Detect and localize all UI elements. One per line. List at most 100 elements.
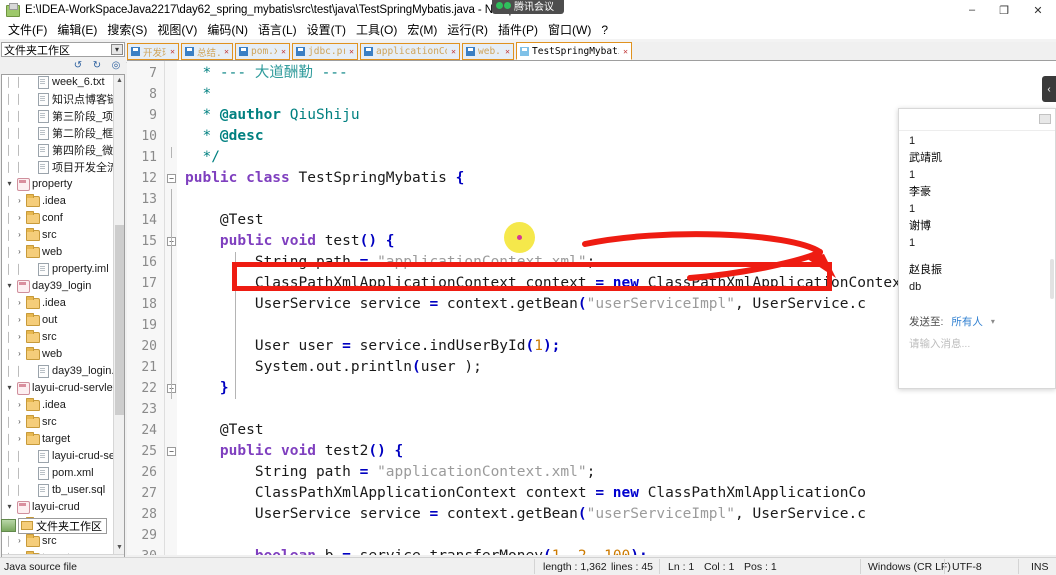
- chat-popup-panel[interactable]: 1武靖凯1李豪1谢博1赵良振db 发送至: 所有人 ▾ 请输入消息...: [898, 108, 1056, 389]
- chat-send-to-target[interactable]: 所有人: [951, 314, 983, 329]
- locate-file-icon[interactable]: ◎: [109, 58, 123, 72]
- chat-scrollbar-thumb[interactable]: [1050, 259, 1054, 299]
- tree-item[interactable]: ▾layui-crud-servlet: [2, 379, 114, 396]
- chevron-right-icon[interactable]: ›: [14, 349, 25, 358]
- chevron-right-icon[interactable]: ›: [14, 332, 25, 341]
- menu-item-9[interactable]: 运行(R): [442, 19, 493, 40]
- chevron-right-icon[interactable]: ›: [14, 400, 25, 409]
- editor-tab-5[interactable]: web.xml✕: [462, 43, 514, 60]
- chevron-down-icon[interactable]: ▾: [991, 317, 995, 326]
- tree-item[interactable]: ││第三阶段_项目优化.tx: [2, 107, 114, 124]
- project-panel-icon[interactable]: [1, 519, 16, 532]
- chat-message-input[interactable]: 请输入消息...: [909, 336, 1049, 351]
- chevron-down-icon[interactable]: ▾: [4, 383, 15, 392]
- menu-item-11[interactable]: 窗口(W): [543, 19, 596, 40]
- code-line[interactable]: UserService service = context.getBean("u…: [185, 294, 866, 315]
- close-icon[interactable]: ✕: [170, 47, 175, 56]
- code-line[interactable]: User user = service.indUserById(1);: [185, 336, 560, 357]
- code-line[interactable]: @Test: [185, 210, 264, 231]
- tree-item[interactable]: │›conf: [2, 209, 114, 226]
- collapse-all-icon[interactable]: ↻: [90, 58, 104, 72]
- folder-workspace-close-icon[interactable]: ▾: [111, 44, 123, 55]
- chevron-down-icon[interactable]: ▾: [4, 281, 15, 290]
- maximize-button[interactable]: ❐: [988, 0, 1020, 20]
- close-icon[interactable]: ✕: [623, 47, 628, 56]
- chevron-down-icon[interactable]: ▾: [4, 179, 15, 188]
- minimize-button[interactable]: –: [956, 0, 988, 20]
- tree-item[interactable]: ││tb_user.sql: [2, 481, 114, 498]
- menu-item-5[interactable]: 语言(L): [253, 19, 302, 40]
- code-line[interactable]: *: [185, 84, 211, 105]
- tree-item[interactable]: │›web: [2, 345, 114, 362]
- close-icon[interactable]: ✕: [281, 47, 286, 56]
- menu-item-2[interactable]: 搜索(S): [102, 19, 152, 40]
- tree-item[interactable]: ││day39_login.iml: [2, 362, 114, 379]
- close-button[interactable]: ✕: [1020, 0, 1056, 20]
- tree-item[interactable]: │›web: [2, 243, 114, 260]
- file-tree[interactable]: ││week_6.txt││知识点博客链接.txt││第三阶段_项目优化.tx│…: [1, 74, 125, 566]
- refresh-icon[interactable]: ↺: [71, 58, 85, 72]
- menu-item-10[interactable]: 插件(P): [493, 19, 543, 40]
- tree-item[interactable]: │›target: [2, 430, 114, 447]
- close-icon[interactable]: ✕: [505, 47, 510, 56]
- menu-item-0[interactable]: 文件(F): [3, 19, 52, 40]
- tree-item[interactable]: ││property.iml: [2, 260, 114, 277]
- code-line[interactable]: String path = "applicationContext.xml";: [185, 252, 595, 273]
- tree-item[interactable]: ││知识点博客链接.txt: [2, 90, 114, 107]
- tencent-meeting-floating-button[interactable]: 腾讯会议: [492, 0, 564, 14]
- fold-collapse-icon[interactable]: −: [167, 174, 176, 183]
- chevron-right-icon[interactable]: ›: [14, 434, 25, 443]
- tree-item[interactable]: │›.idea: [2, 396, 114, 413]
- tree-item[interactable]: ▾property: [2, 175, 114, 192]
- close-icon[interactable]: ✕: [349, 47, 354, 56]
- editor-tab-1[interactable]: 总结.txt✕: [181, 43, 233, 60]
- tree-item[interactable]: │›src: [2, 413, 114, 430]
- menu-item-12[interactable]: ?: [596, 21, 613, 39]
- code-line[interactable]: }: [185, 378, 229, 399]
- tree-item[interactable]: │›src: [2, 328, 114, 345]
- code-line[interactable]: UserService service = context.getBean("u…: [185, 504, 866, 525]
- tree-item[interactable]: ││layui-crud-servlet.im: [2, 447, 114, 464]
- chevron-right-icon[interactable]: ›: [14, 196, 25, 205]
- code-line[interactable]: ClassPathXmlApplicationContext context =…: [185, 483, 866, 504]
- close-icon[interactable]: ✕: [224, 47, 229, 56]
- chevron-right-icon[interactable]: ›: [14, 315, 25, 324]
- code-line[interactable]: @Test: [185, 420, 264, 441]
- editor-tab-2[interactable]: pom.xml✕: [235, 43, 290, 60]
- tree-item[interactable]: │›out: [2, 311, 114, 328]
- tree-item[interactable]: ││第二阶段_框架SSM_N: [2, 124, 114, 141]
- chevron-right-icon[interactable]: ›: [14, 230, 25, 239]
- code-line[interactable]: boolean b = service.transferMoney(1, 2, …: [185, 546, 648, 555]
- menu-item-1[interactable]: 编辑(E): [52, 19, 102, 40]
- code-line[interactable]: public void test() {: [185, 231, 395, 252]
- collapse-sidebar-toggle[interactable]: ‹: [1042, 76, 1056, 102]
- editor-tab-6[interactable]: TestSpringMybatis.java✕: [516, 42, 632, 60]
- menu-item-6[interactable]: 设置(T): [302, 19, 351, 40]
- tree-vertical-scrollbar[interactable]: ▲ ▼: [113, 75, 124, 565]
- code-line[interactable]: * --- 大道酬勤 ---: [185, 63, 348, 84]
- chevron-right-icon[interactable]: ›: [14, 298, 25, 307]
- tree-item[interactable]: ││第四阶段_微服务_分布: [2, 141, 114, 158]
- tree-item[interactable]: │›src: [2, 532, 114, 549]
- menu-item-7[interactable]: 工具(O): [351, 19, 402, 40]
- chevron-down-icon[interactable]: ▾: [4, 502, 15, 511]
- code-line[interactable]: * @author QiuShiju: [185, 105, 360, 126]
- editor-tab-3[interactable]: jdbc.properties✕: [292, 43, 358, 60]
- menu-item-4[interactable]: 编码(N): [202, 19, 253, 40]
- editor-tab-0[interactable]: 开发环 1✕: [127, 43, 179, 60]
- chevron-right-icon[interactable]: ›: [14, 417, 25, 426]
- tree-item[interactable]: │›src: [2, 226, 114, 243]
- tree-item[interactable]: ││项目开发全流程.txt: [2, 158, 114, 175]
- code-line[interactable]: System.out.println(user );: [185, 357, 482, 378]
- code-line[interactable]: String path = "applicationContext.xml";: [185, 462, 595, 483]
- code-line[interactable]: * @desc: [185, 126, 264, 147]
- code-line[interactable]: ClassPathXmlApplicationContext context =…: [185, 273, 910, 294]
- chevron-right-icon[interactable]: ›: [14, 213, 25, 222]
- tree-item[interactable]: ▾day39_login: [2, 277, 114, 294]
- code-line[interactable]: public void test2() {: [185, 441, 403, 462]
- fold-collapse-icon[interactable]: −: [167, 447, 176, 456]
- scroll-up-arrow[interactable]: ▲: [114, 75, 125, 86]
- tree-scroll-thumb[interactable]: [115, 225, 124, 415]
- chat-popup-minimize-icon[interactable]: [1039, 114, 1051, 124]
- code-line[interactable]: public class TestSpringMybatis {: [185, 168, 464, 189]
